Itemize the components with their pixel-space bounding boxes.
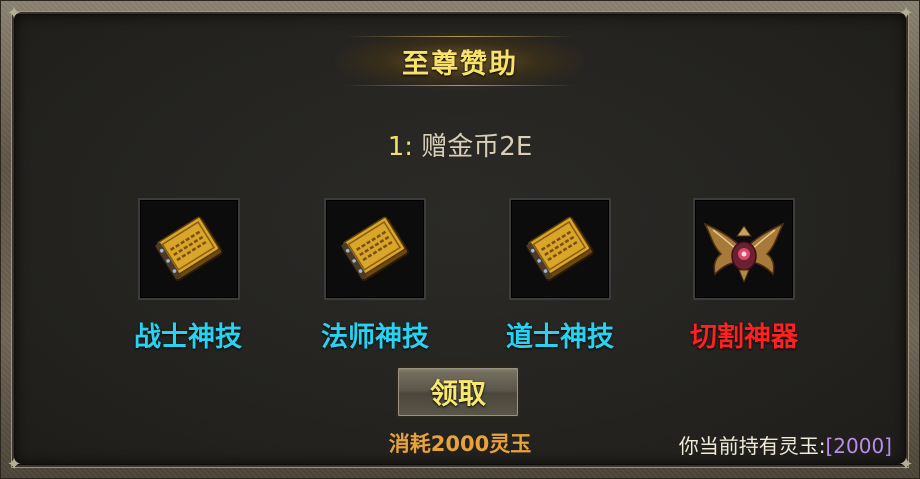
item-slot-cutting-artifact[interactable] bbox=[693, 198, 795, 300]
corner-ornament-icon: ✦ bbox=[898, 3, 914, 24]
item-label-warrior-skill: 战士神技 bbox=[134, 322, 242, 353]
skill-book-icon bbox=[154, 216, 223, 281]
item-label-taoist-skill: 道士神技 bbox=[506, 322, 614, 353]
reward-text: 赠金币2E bbox=[421, 132, 533, 162]
item-slot-warrior-skill[interactable] bbox=[138, 198, 240, 300]
claim-cost-text: 消耗2000灵玉 bbox=[388, 432, 532, 456]
jade-balance: 你当前持有灵玉:[2000] bbox=[679, 430, 892, 459]
reward-description: 1: 赠金币2E bbox=[0, 126, 920, 163]
reward-index: 1: bbox=[387, 132, 414, 162]
skill-book-icon bbox=[340, 216, 409, 281]
panel-title: 至尊赞助 bbox=[402, 48, 518, 80]
skill-book-icon bbox=[525, 216, 594, 281]
claim-button[interactable]: 领取 bbox=[396, 366, 520, 418]
item-label-cutting-artifact: 切割神器 bbox=[690, 322, 798, 353]
corner-ornament-icon: ✦ bbox=[898, 454, 914, 475]
jade-balance-label: 你当前持有灵玉: bbox=[678, 434, 826, 458]
item-label-mage-skill: 法师神技 bbox=[321, 322, 429, 353]
corner-ornament-icon: ✦ bbox=[6, 3, 22, 24]
item-slot-mage-skill[interactable] bbox=[324, 198, 426, 300]
corner-ornament-icon: ✦ bbox=[6, 454, 22, 475]
claim-button-label: 领取 bbox=[429, 377, 486, 410]
jade-balance-value: [2000] bbox=[825, 434, 892, 458]
winged-artifact-icon bbox=[703, 222, 785, 284]
title-plate: 至尊赞助 bbox=[335, 32, 585, 90]
item-slot-taoist-skill[interactable] bbox=[509, 198, 611, 300]
